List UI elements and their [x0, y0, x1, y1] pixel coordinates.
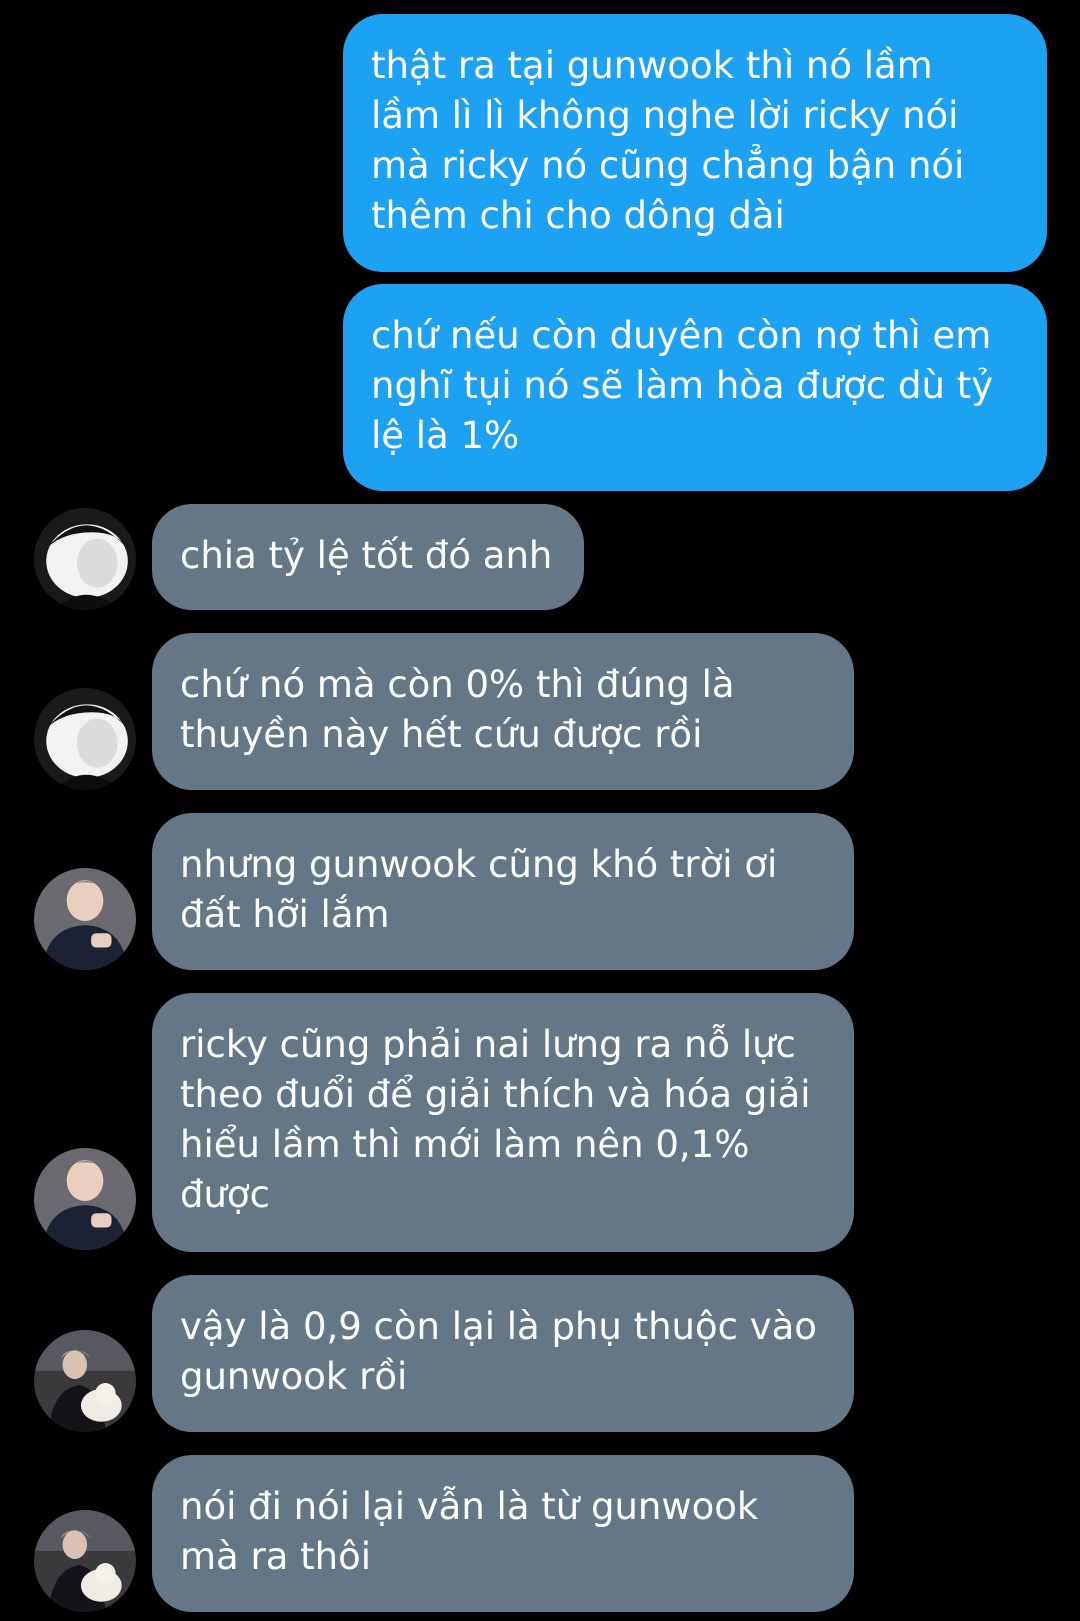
received-message-bubble[interactable]: vậy là 0,9 còn lại là phụ thuộc vào gunw…	[152, 1275, 854, 1432]
message-text: mà ricky nó cũng chẳng bận nói	[371, 144, 965, 187]
received-message-bubble[interactable]: nhưng gunwook cũng khó trời ơi đất hỡi l…	[152, 813, 854, 970]
message-text: chia tỷ lệ tốt đó anh	[180, 534, 553, 577]
message-text: được	[180, 1173, 270, 1216]
message-text: chứ nó mà còn 0% thì đúng là	[180, 663, 735, 706]
message-text: nói đi nói lại vẫn là từ gunwook	[180, 1485, 759, 1528]
message-text: đất hỡi lắm	[180, 893, 390, 936]
message-text: nhưng gunwook cũng khó trời ơi	[180, 843, 778, 886]
message-text: lệ là 1%	[371, 414, 520, 457]
message-text: thuyền này hết cứu được rồi	[180, 713, 703, 756]
message-text: lầm lì lì không nghe lời ricky nói	[371, 94, 959, 137]
message-text: thật ra tại gunwook thì nó lầm	[371, 44, 933, 87]
sent-message-bubble[interactable]: chứ nếu còn duyên còn nợ thì em nghĩ tụi…	[343, 284, 1047, 491]
avatar-dark-suit-icon[interactable]	[34, 1148, 136, 1250]
message-text: hiểu lầm thì mới làm nên 0,1%	[180, 1123, 750, 1166]
message-text: theo đuổi để giải thích và hóa giải	[180, 1073, 811, 1116]
message-text: nghĩ tụi nó sẽ làm hòa được dù tỷ	[371, 364, 994, 407]
message-text: gunwook rồi	[180, 1355, 408, 1398]
avatar-bw-portrait-icon[interactable]	[34, 688, 136, 790]
avatar-bw-portrait-icon[interactable]	[34, 508, 136, 610]
message-text: mà ra thôi	[180, 1535, 371, 1578]
received-message-bubble[interactable]: chia tỷ lệ tốt đó anh	[152, 504, 584, 610]
avatar-with-dog-icon[interactable]	[34, 1330, 136, 1432]
received-message-bubble[interactable]: chứ nó mà còn 0% thì đúng là thuyền này …	[152, 633, 854, 790]
avatar-with-dog-icon[interactable]	[34, 1510, 136, 1612]
message-text: ricky cũng phải nai lưng ra nỗ lực	[180, 1023, 796, 1066]
received-message-bubble[interactable]: ricky cũng phải nai lưng ra nỗ lực theo …	[152, 993, 854, 1252]
received-message-bubble[interactable]: nói đi nói lại vẫn là từ gunwook mà ra t…	[152, 1455, 854, 1612]
sent-message-bubble[interactable]: thật ra tại gunwook thì nó lầm lầm lì lì…	[343, 14, 1047, 272]
message-text: chứ nếu còn duyên còn nợ thì em	[371, 314, 992, 357]
message-text: vậy là 0,9 còn lại là phụ thuộc vào	[180, 1305, 817, 1348]
message-text: thêm chi cho dông dài	[371, 194, 785, 237]
avatar-dark-suit-icon[interactable]	[34, 868, 136, 970]
